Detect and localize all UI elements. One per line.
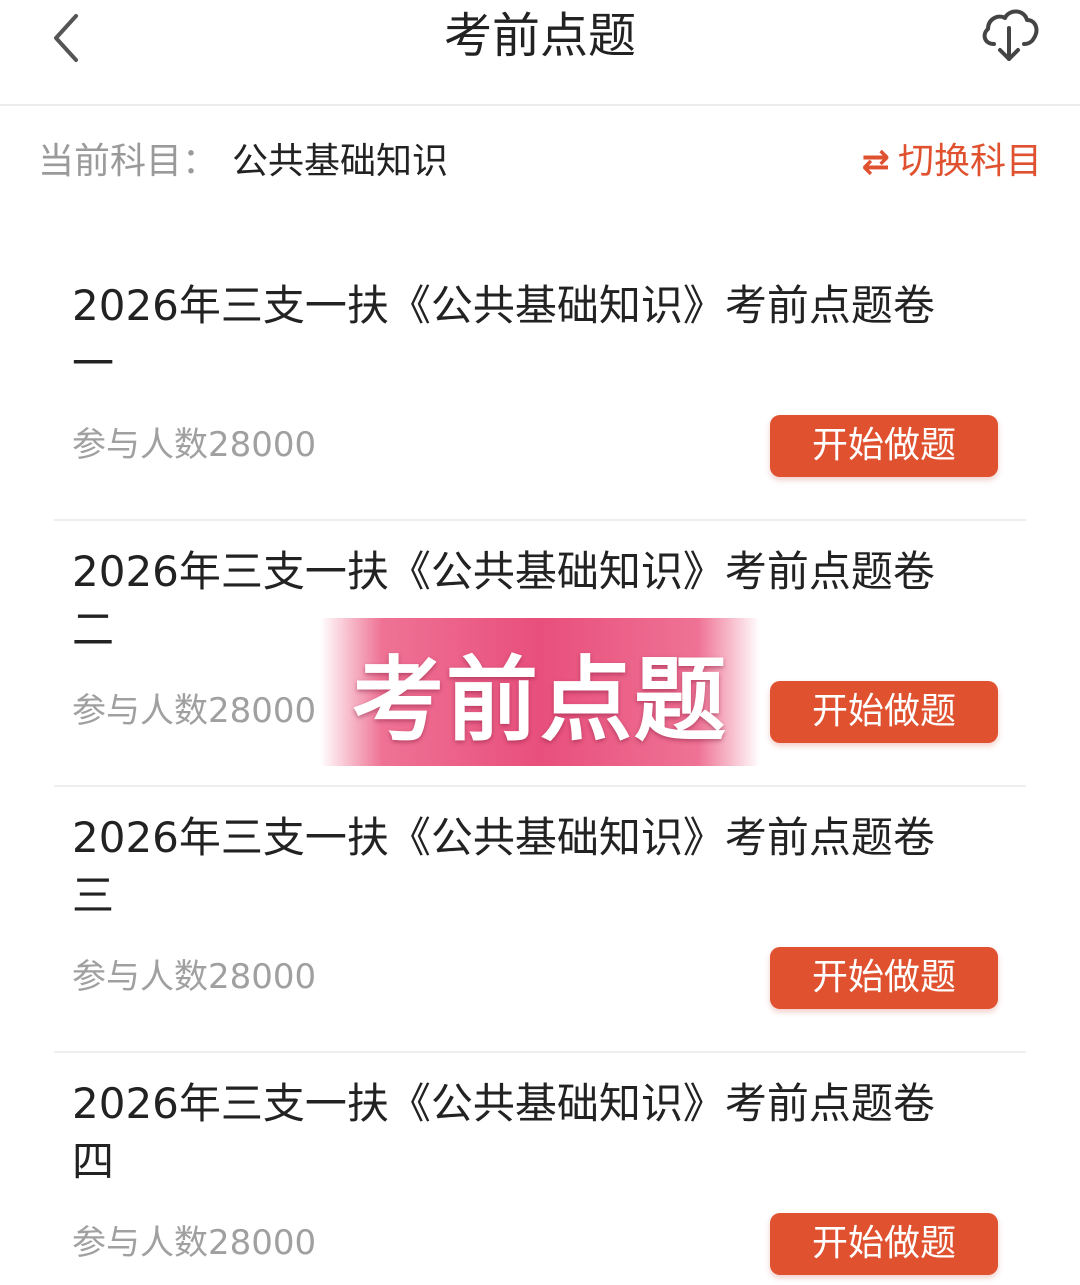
top-navbar: 考前点题 xyxy=(0,0,1080,106)
start-quiz-button[interactable]: 开始做题 xyxy=(770,947,998,1009)
paper-card: 2026年三支一扶《公共基础知识》考前点题卷四 参与人数28000 开始做题 xyxy=(54,1053,1026,1285)
switch-subject-button[interactable]: ⇄ 切换科目 xyxy=(861,136,1042,188)
swap-arrows-icon: ⇄ xyxy=(861,142,890,182)
start-quiz-button[interactable]: 开始做题 xyxy=(770,415,998,477)
switch-subject-label: 切换科目 xyxy=(897,141,1042,182)
paper-title[interactable]: 2026年三支一扶《公共基础知识》考前点题卷四 xyxy=(72,1075,972,1191)
paper-title[interactable]: 2026年三支一扶《公共基础知识》考前点题卷一 xyxy=(72,277,972,393)
current-subject-name: 公共基础知识 xyxy=(232,141,449,182)
cloud-download-icon xyxy=(982,9,1039,61)
start-quiz-button[interactable]: 开始做题 xyxy=(770,681,998,743)
participants-count: 参与人数28000 xyxy=(72,691,317,731)
overlay-banner: 考前点题 xyxy=(320,618,760,766)
overlay-banner-text: 考前点题 xyxy=(351,646,728,754)
start-quiz-button[interactable]: 开始做题 xyxy=(770,1213,998,1275)
paper-card: 2026年三支一扶《公共基础知识》考前点题卷一 参与人数28000 开始做题 xyxy=(54,255,1026,521)
participants-count: 参与人数28000 xyxy=(72,1223,317,1263)
subject-prefix-label: 当前科目： xyxy=(38,141,219,182)
subject-row: 当前科目： 公共基础知识 ⇄ 切换科目 xyxy=(0,106,1080,216)
paper-card: 2026年三支一扶《公共基础知识》考前点题卷三 参与人数28000 开始做题 xyxy=(54,787,1026,1053)
page-title: 考前点题 xyxy=(443,8,636,64)
participants-count: 参与人数28000 xyxy=(72,425,317,465)
participants-count: 参与人数28000 xyxy=(72,957,317,997)
paper-title[interactable]: 2026年三支一扶《公共基础知识》考前点题卷三 xyxy=(72,809,972,925)
paper-list: 2026年三支一扶《公共基础知识》考前点题卷一 参与人数28000 开始做题 2… xyxy=(54,255,1026,1285)
download-button[interactable] xyxy=(976,4,1042,64)
